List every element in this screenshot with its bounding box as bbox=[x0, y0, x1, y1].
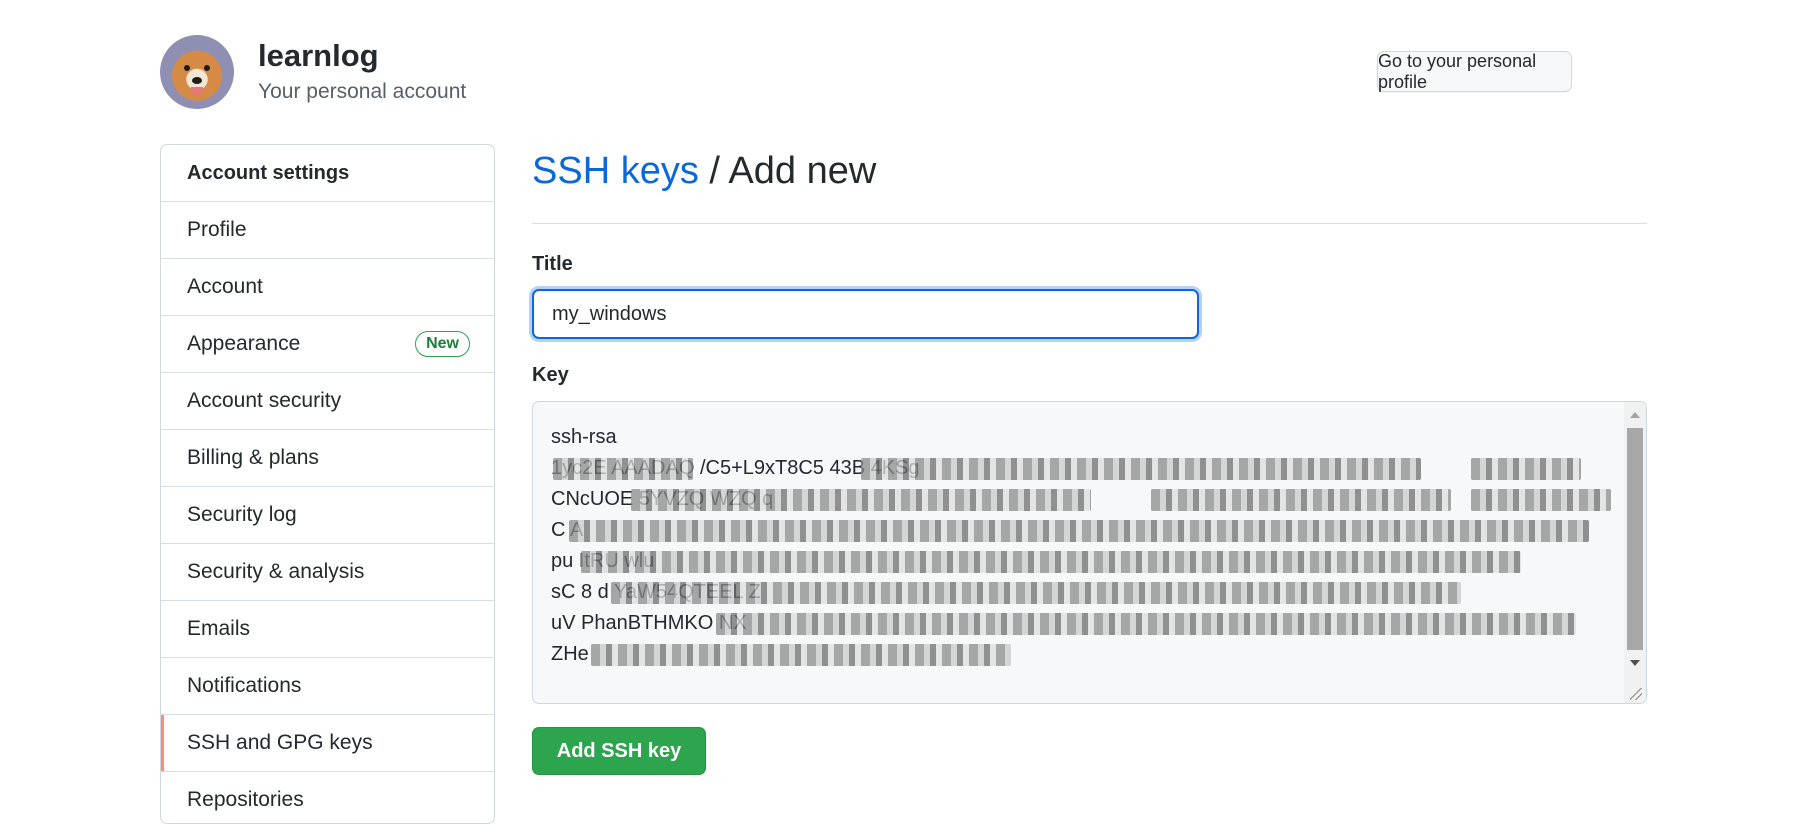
key-label: Key bbox=[532, 364, 569, 386]
redaction-blur bbox=[569, 520, 1589, 542]
avatar[interactable] bbox=[160, 35, 234, 109]
key-line: uV PhanBTHMKO NX bbox=[551, 608, 1611, 639]
sidebar-item-account-security[interactable]: Account security bbox=[161, 373, 494, 430]
sidebar-item-notifications[interactable]: Notifications bbox=[161, 658, 494, 715]
sidebar-heading: Account settings bbox=[161, 145, 494, 202]
sidebar-item-label: Account security bbox=[187, 389, 342, 412]
title-input[interactable] bbox=[532, 289, 1199, 339]
key-line: ZHe bbox=[551, 639, 1611, 670]
key-line: ssh-rsa bbox=[551, 426, 617, 448]
redaction-blur bbox=[611, 582, 1461, 604]
sidebar-item-ssh-gpg-keys[interactable]: SSH and GPG keys bbox=[161, 715, 494, 772]
key-line: C A bbox=[551, 515, 1611, 546]
sidebar-item-security-analysis[interactable]: Security & analysis bbox=[161, 544, 494, 601]
sidebar-item-label: Appearance bbox=[187, 332, 301, 355]
key-line: pu ItRU wlu bbox=[551, 546, 1611, 577]
avatar-eye-right bbox=[204, 65, 210, 71]
scroll-up-icon[interactable] bbox=[1630, 412, 1640, 418]
redaction-blur bbox=[631, 489, 1091, 511]
sidebar-item-label: SSH and GPG keys bbox=[187, 731, 373, 754]
textarea-scrollbar[interactable] bbox=[1624, 402, 1646, 703]
key-line: CNcUOE 5YVZQ WZQ q bbox=[551, 484, 1611, 515]
scroll-thumb[interactable] bbox=[1627, 428, 1643, 650]
title-divider bbox=[532, 223, 1647, 224]
key-line: 1yc2E AAADAQ /C5+L9xT8C5 43B 4KSg bbox=[551, 453, 1611, 484]
sidebar-item-label: Security & analysis bbox=[187, 560, 365, 583]
key-line: sC 8 d YaW54QTEEL Z bbox=[551, 577, 1611, 608]
key-line-text: ZHe bbox=[551, 643, 589, 665]
avatar-nose bbox=[192, 77, 202, 84]
go-to-profile-button[interactable]: Go to your personal profile bbox=[1377, 51, 1572, 92]
sidebar-item-billing[interactable]: Billing & plans bbox=[161, 430, 494, 487]
scroll-down-icon[interactable] bbox=[1630, 660, 1640, 666]
title-label: Title bbox=[532, 253, 573, 275]
key-textarea[interactable]: ssh-rsa 1yc2E AAADAQ /C5+L9xT8C5 43B 4KS… bbox=[532, 401, 1647, 704]
avatar-eye-left bbox=[184, 65, 190, 71]
sidebar-item-emails[interactable]: Emails bbox=[161, 601, 494, 658]
settings-sidebar: Account settings Profile Account Appeara… bbox=[160, 144, 495, 824]
sidebar-item-label: Billing & plans bbox=[187, 446, 319, 469]
key-text: ssh-rsa 1yc2E AAADAQ /C5+L9xT8C5 43B 4KS… bbox=[551, 422, 1611, 670]
sidebar-item-profile[interactable]: Profile bbox=[161, 202, 494, 259]
breadcrumb-ssh-keys-link[interactable]: SSH keys bbox=[532, 150, 699, 192]
add-ssh-key-button[interactable]: Add SSH key bbox=[532, 727, 706, 775]
sidebar-item-account[interactable]: Account bbox=[161, 259, 494, 316]
sidebar-item-repositories[interactable]: Repositories bbox=[161, 772, 494, 823]
redaction-blur bbox=[716, 613, 1576, 635]
redaction-blur bbox=[1471, 489, 1611, 511]
sidebar-item-label: Account bbox=[187, 275, 263, 298]
redaction-blur bbox=[591, 644, 1011, 666]
redaction-blur bbox=[1151, 489, 1451, 511]
sidebar-item-label: Emails bbox=[187, 617, 251, 640]
sidebar-item-label: Repositories bbox=[187, 788, 304, 811]
resize-grip-icon[interactable] bbox=[1630, 688, 1642, 700]
new-badge: New bbox=[415, 331, 470, 357]
sidebar-item-security-log[interactable]: Security log bbox=[161, 487, 494, 544]
redaction-blur bbox=[861, 458, 1421, 480]
redaction-blur bbox=[1471, 458, 1581, 480]
account-type: Your personal account bbox=[258, 80, 467, 103]
redaction-blur bbox=[553, 458, 693, 480]
sidebar-item-label: Security log bbox=[187, 503, 297, 526]
sidebar-item-appearance[interactable]: Appearance New bbox=[161, 316, 494, 373]
page-title: SSH keys / Add new bbox=[532, 150, 876, 193]
avatar-tongue bbox=[191, 87, 203, 95]
breadcrumb-current: / Add new bbox=[698, 150, 877, 192]
redaction-blur bbox=[581, 551, 1521, 573]
username: learnlog bbox=[258, 38, 379, 73]
sidebar-item-label: Profile bbox=[187, 218, 247, 241]
sidebar-item-label: Notifications bbox=[187, 674, 302, 697]
